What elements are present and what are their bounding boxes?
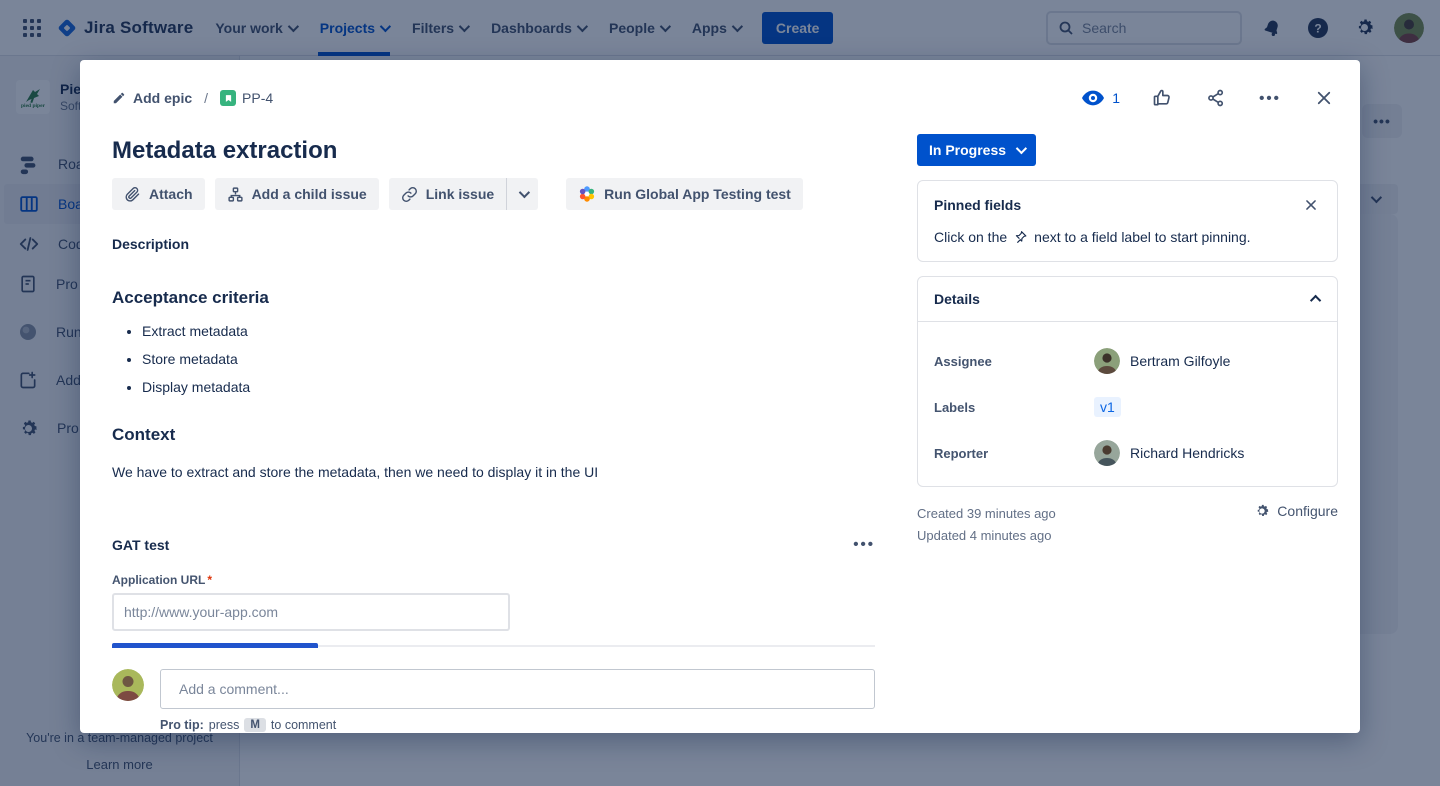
application-url-input[interactable] — [112, 593, 510, 631]
reporter-label: Reporter — [934, 446, 1094, 461]
close-icon[interactable] — [1301, 195, 1321, 215]
issue-detail-modal: Add epic / PP-4 1 — [80, 60, 1360, 733]
required-asterisk: * — [207, 573, 212, 587]
updated-timestamp: Updated 4 minutes ago — [917, 525, 1056, 547]
pinned-fields-title: Pinned fields — [934, 197, 1021, 213]
breadcrumb: Add epic / PP-4 — [112, 90, 273, 106]
gat-more-button[interactable]: ••• — [853, 536, 875, 553]
current-user-avatar — [112, 669, 144, 701]
chevron-up-icon — [1310, 295, 1321, 306]
issue-side-column: In Progress Pinned fields Click on the — [917, 110, 1338, 732]
breadcrumb-separator: / — [200, 90, 212, 106]
section-divider — [112, 643, 875, 649]
run-gat-test-button[interactable]: Run Global App Testing test — [566, 178, 803, 210]
labels-label: Labels — [934, 400, 1094, 415]
list-item: Store metadata — [142, 350, 875, 369]
attach-button[interactable]: Attach — [112, 178, 205, 210]
paperclip-icon — [124, 186, 141, 203]
global-app-testing-logo-icon — [578, 185, 596, 203]
add-comment-input[interactable] — [160, 669, 875, 709]
description-heading: Description — [112, 236, 875, 252]
progress-bar — [112, 643, 318, 648]
issue-main-column: Metadata extraction Attach — [112, 110, 875, 732]
assignee-label: Assignee — [934, 354, 1094, 369]
link-icon — [401, 186, 418, 203]
story-type-icon — [220, 90, 236, 106]
add-epic-button[interactable]: Add epic — [112, 90, 192, 106]
context-paragraph: We have to extract and store the metadat… — [112, 462, 875, 482]
pencil-icon — [112, 91, 126, 105]
details-panel: Details Assignee Bertram Gilfoyle — [917, 276, 1338, 487]
gear-icon — [1254, 503, 1270, 519]
issue-key-link[interactable]: PP-4 — [220, 90, 273, 106]
more-actions-button[interactable]: ••• — [1258, 86, 1282, 110]
watch-button[interactable]: 1 — [1082, 90, 1120, 106]
chevron-down-icon — [518, 187, 529, 198]
pin-icon — [1013, 230, 1028, 245]
acceptance-criteria-list: Extract metadata Store metadata Display … — [142, 322, 875, 397]
assignee-avatar — [1094, 348, 1120, 374]
share-icon[interactable] — [1204, 86, 1228, 110]
eye-icon — [1082, 90, 1104, 106]
assignee-value[interactable]: Bertram Gilfoyle — [1094, 348, 1230, 374]
issue-title[interactable]: Metadata extraction — [112, 136, 875, 166]
close-icon[interactable] — [1312, 86, 1336, 110]
issue-timestamps: Created 39 minutes ago Updated 4 minutes… — [917, 503, 1056, 547]
label-tag-v1[interactable]: v1 — [1094, 397, 1121, 417]
chevron-down-icon — [1016, 143, 1027, 154]
add-child-issue-button[interactable]: Add a child issue — [215, 178, 379, 210]
modal-actions: 1 ••• — [1082, 86, 1336, 110]
details-header[interactable]: Details — [918, 277, 1337, 322]
modal-header: Add epic / PP-4 1 — [80, 60, 1360, 110]
context-heading: Context — [112, 425, 875, 445]
pinned-fields-panel: Pinned fields Click on the next to a — [917, 180, 1338, 262]
list-item: Extract metadata — [142, 322, 875, 341]
issue-toolbar: Attach Add a child issue — [112, 178, 875, 210]
child-issues-icon — [227, 186, 244, 203]
status-dropdown[interactable]: In Progress — [917, 134, 1036, 166]
reporter-value[interactable]: Richard Hendricks — [1094, 440, 1244, 466]
reporter-avatar — [1094, 440, 1120, 466]
acceptance-criteria-heading: Acceptance criteria — [112, 288, 875, 308]
list-item: Display metadata — [142, 378, 875, 397]
labels-field: Labels v1 — [934, 392, 1321, 422]
gat-test-heading: GAT test — [112, 537, 169, 553]
configure-button[interactable]: Configure — [1254, 503, 1338, 519]
assignee-field: Assignee Bertram Gilfoyle — [934, 346, 1321, 376]
pinned-fields-hint: Click on the next to a field label to st… — [934, 229, 1321, 245]
created-timestamp: Created 39 minutes ago — [917, 503, 1056, 525]
watchers-count: 1 — [1112, 90, 1120, 106]
link-issue-split-button: Link issue — [389, 178, 538, 210]
like-button[interactable] — [1150, 86, 1174, 110]
link-issue-dropdown[interactable] — [506, 178, 538, 210]
link-issue-button[interactable]: Link issue — [389, 178, 506, 210]
application-url-label: Application URL* — [112, 573, 875, 587]
details-title: Details — [934, 291, 980, 307]
comment-protip: Pro tip: press M to comment — [160, 718, 875, 732]
keyboard-key-m: M — [244, 718, 266, 732]
reporter-field: Reporter Richard Hendricks — [934, 438, 1321, 468]
